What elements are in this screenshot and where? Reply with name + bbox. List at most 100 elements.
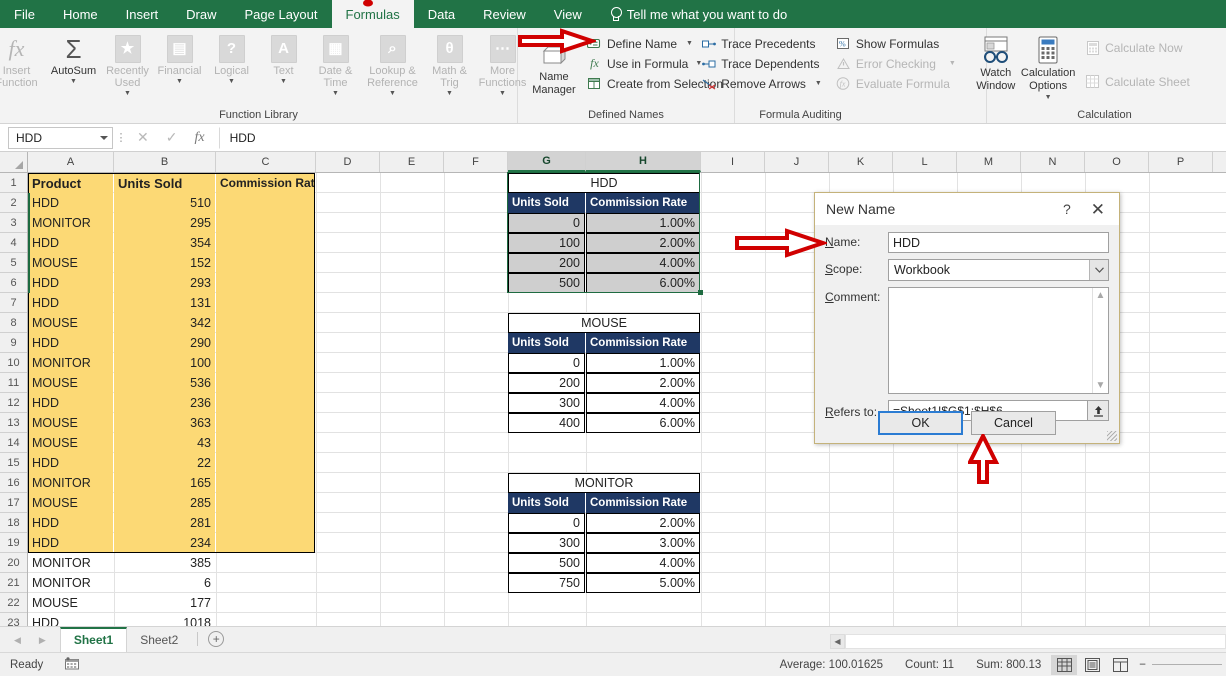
cell-B20[interactable]: 385 <box>114 553 215 573</box>
chevron-down-icon[interactable]: ▼ <box>815 80 822 87</box>
lookup-hdd-units-1[interactable]: 100 <box>508 233 585 253</box>
cell-B16[interactable]: 165 <box>114 473 215 493</box>
remove-arrows-button[interactable]: Remove Arrows ▼ <box>697 75 826 92</box>
lookup-monitor-units-1[interactable]: 300 <box>508 533 585 553</box>
row-header-9[interactable]: 9 <box>0 333 27 353</box>
select-all-corner[interactable] <box>0 152 28 172</box>
column-header-E[interactable]: E <box>380 152 444 172</box>
lookup-mouse-rate-3[interactable]: 6.00% <box>586 413 700 433</box>
cell-C14[interactable] <box>216 433 315 453</box>
row-header-18[interactable]: 18 <box>0 513 27 533</box>
sheet-nav-arrows[interactable]: ◀ ▶ <box>0 635 60 652</box>
normal-view-button[interactable] <box>1051 654 1078 675</box>
chevron-down-icon[interactable]: ▼ <box>686 40 693 47</box>
cell-C6[interactable] <box>216 273 315 293</box>
cell-B14[interactable]: 43 <box>114 433 215 453</box>
cell-A9[interactable]: HDD <box>28 333 113 353</box>
lookup-monitor-rate-3[interactable]: 5.00% <box>586 573 700 593</box>
cell-A5[interactable]: MOUSE <box>28 253 113 273</box>
lookup-mouse-units-0[interactable]: 0 <box>508 353 585 373</box>
lookup-mouse-header-rate[interactable]: Commission Rate <box>586 333 700 353</box>
row-header-5[interactable]: 5 <box>0 253 27 273</box>
column-header-C[interactable]: C <box>216 152 316 172</box>
scroll-up-icon[interactable]: ▲ <box>1096 290 1106 301</box>
cell-A2[interactable]: HDD <box>28 193 113 213</box>
row-header-10[interactable]: 10 <box>0 353 27 373</box>
cell-C22[interactable] <box>216 593 315 613</box>
scroll-left-icon[interactable]: ◀ <box>830 634 845 649</box>
date-time-button[interactable]: ▦ Date & Time ▼ <box>310 31 362 99</box>
cell-A14[interactable]: MOUSE <box>28 433 113 453</box>
cell-A13[interactable]: MOUSE <box>28 413 113 433</box>
cell-C1[interactable]: Commission Rate <box>216 173 315 193</box>
cell-A22[interactable]: MOUSE <box>28 593 113 613</box>
trace-dependents-button[interactable]: Trace Dependents <box>697 55 826 72</box>
row-header-7[interactable]: 7 <box>0 293 27 313</box>
lookup-mouse-header-units[interactable]: Units Sold <box>508 333 585 353</box>
row-header-12[interactable]: 12 <box>0 393 27 413</box>
zoom-out-button[interactable]: − <box>1139 659 1146 671</box>
lookup-mouse-rate-0[interactable]: 1.00% <box>586 353 700 373</box>
column-header-D[interactable]: D <box>316 152 380 172</box>
row-header-17[interactable]: 17 <box>0 493 27 513</box>
macro-record-icon[interactable] <box>43 656 80 673</box>
cell-A18[interactable]: HDD <box>28 513 113 533</box>
cell-B5[interactable]: 152 <box>114 253 215 273</box>
lookup-hdd-units-3[interactable]: 500 <box>508 273 585 293</box>
lookup-mouse-rate-2[interactable]: 4.00% <box>586 393 700 413</box>
tab-data[interactable]: Data <box>414 0 469 28</box>
lookup-hdd-rate-1[interactable]: 2.00% <box>586 233 700 253</box>
lookup-monitor-units-0[interactable]: 0 <box>508 513 585 533</box>
insert-function-button[interactable]: fx Insert Function <box>0 31 46 91</box>
show-formulas-button[interactable]: % Show Formulas <box>832 35 960 52</box>
cell-A12[interactable]: HDD <box>28 393 113 413</box>
column-header-O[interactable]: O <box>1085 152 1149 172</box>
name-box[interactable]: HDD <box>8 126 113 149</box>
lookup-monitor-rate-2[interactable]: 4.00% <box>586 553 700 573</box>
cell-A17[interactable]: MOUSE <box>28 493 113 513</box>
lookup-monitor-units-3[interactable]: 750 <box>508 573 585 593</box>
zoom-slider[interactable]: − <box>1139 659 1226 671</box>
cell-A16[interactable]: MONITOR <box>28 473 113 493</box>
cell-B6[interactable]: 293 <box>114 273 215 293</box>
cell-A23[interactable]: HDD <box>28 613 113 626</box>
cell-C17[interactable] <box>216 493 315 513</box>
chevron-down-icon[interactable]: ▼ <box>389 90 396 97</box>
chevron-down-icon[interactable]: ▼ <box>1045 94 1052 101</box>
cell-A3[interactable]: MONITOR <box>28 213 113 233</box>
cell-C4[interactable] <box>216 233 315 253</box>
cell-B19[interactable]: 234 <box>114 533 215 553</box>
text-button[interactable]: A Text ▼ <box>258 31 310 87</box>
evaluate-formula-button[interactable]: fx Evaluate Formula <box>832 75 960 92</box>
tab-formulas[interactable]: Formulas <box>331 0 414 28</box>
previous-sheet-icon[interactable]: ◀ <box>14 635 21 646</box>
chevron-down-icon[interactable]: ▼ <box>176 78 183 85</box>
cell-A15[interactable]: HDD <box>28 453 113 473</box>
chevron-down-icon[interactable]: ▼ <box>280 78 287 85</box>
cell-B21[interactable]: 6 <box>114 573 215 593</box>
calculate-now-button[interactable]: Calculate Now <box>1081 39 1194 56</box>
tab-insert[interactable]: Insert <box>112 0 173 28</box>
cell-B12[interactable]: 236 <box>114 393 215 413</box>
cell-B18[interactable]: 281 <box>114 513 215 533</box>
logical-button[interactable]: ? Logical ▼ <box>206 31 258 87</box>
math-trig-button[interactable]: θ Math & Trig ▼ <box>424 31 476 99</box>
row-header-23[interactable]: 23 <box>0 613 27 627</box>
chevron-down-icon[interactable]: ▼ <box>499 90 506 97</box>
column-header-F[interactable]: F <box>444 152 508 172</box>
cell-A1[interactable]: Product <box>28 173 113 193</box>
cell-C10[interactable] <box>216 353 315 373</box>
cell-B2[interactable]: 510 <box>114 193 215 213</box>
cell-B9[interactable]: 290 <box>114 333 215 353</box>
row-header-22[interactable]: 22 <box>0 593 27 613</box>
tell-me-search[interactable]: Tell me what you want to do <box>596 0 787 28</box>
lookup-monitor-units-2[interactable]: 500 <box>508 553 585 573</box>
cell-A10[interactable]: MONITOR <box>28 353 113 373</box>
lookup-hdd-rate-2[interactable]: 4.00% <box>586 253 700 273</box>
page-layout-view-button[interactable] <box>1079 655 1105 675</box>
lookup-mouse-rate-1[interactable]: 2.00% <box>586 373 700 393</box>
column-header-K[interactable]: K <box>829 152 893 172</box>
column-header-A[interactable]: A <box>28 152 114 172</box>
help-icon[interactable]: ? <box>1051 201 1083 217</box>
lookup-reference-button[interactable]: ⌕ Lookup & Reference ▼ <box>362 31 424 99</box>
